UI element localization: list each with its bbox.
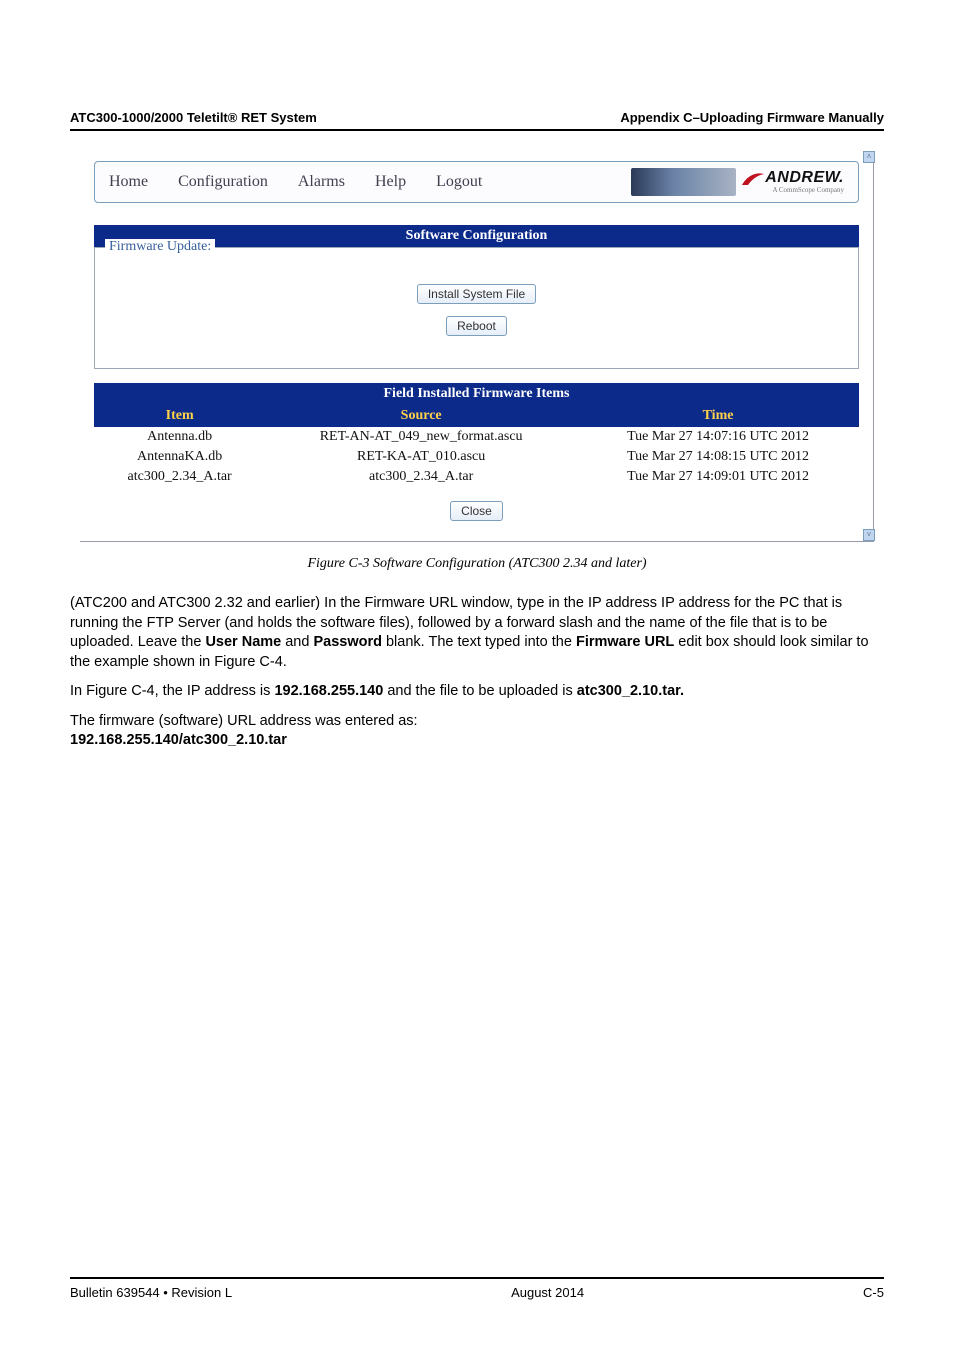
body-text: (ATC200 and ATC300 2.32 and earlier) In … [70,594,884,751]
page-footer: Bulletin 639544 • Revision L August 2014… [70,1277,884,1300]
firmware-items-table: Item Source Time Antenna.db RET-AN-AT_04… [94,405,859,487]
page-header: ATC300-1000/2000 Teletilt® RET System Ap… [70,110,884,131]
text: blank. The text typed into the [382,634,576,650]
header-right: Appendix C–Uploading Firmware Manually [620,110,884,125]
cell-time: Tue Mar 27 14:08:15 UTC 2012 [577,447,859,467]
bold-filename: atc300_2.10.tar. [577,683,684,699]
footer-right: C-5 [863,1285,884,1300]
paragraph-2: In Figure C-4, the IP address is 192.168… [70,682,884,702]
table-row: Antenna.db RET-AN-AT_049_new_format.ascu… [94,427,859,447]
paragraph-3: The firmware (software) URL address was … [70,712,884,751]
menu-help[interactable]: Help [375,173,406,191]
bold-url: 192.168.255.140/atc300_2.10.tar [70,732,287,748]
text: The firmware (software) URL address was … [70,713,418,729]
footer-center: August 2014 [511,1285,584,1300]
paragraph-1: (ATC200 and ATC300 2.32 and earlier) In … [70,594,884,672]
field-installed-title: Field Installed Firmware Items [94,383,859,405]
text: In Figure C-4, the IP address is [70,683,274,699]
bold-password: Password [313,634,382,650]
menu-logout[interactable]: Logout [436,173,482,191]
col-source: Source [265,405,577,427]
menu-configuration[interactable]: Configuration [178,173,268,191]
menu-home[interactable]: Home [109,173,148,191]
install-system-file-button[interactable]: Install System File [417,284,536,304]
col-item: Item [94,405,265,427]
cell-item: atc300_2.34_A.tar [94,467,265,487]
scroll-down-icon[interactable]: ˅ [863,529,875,541]
footer-rule [70,1277,884,1279]
cell-item: AntennaKA.db [94,447,265,467]
cell-item: Antenna.db [94,427,265,447]
cell-time: Tue Mar 27 14:09:01 UTC 2012 [577,467,859,487]
col-time: Time [577,405,859,427]
cell-source: atc300_2.34_A.tar [265,467,577,487]
brand-area: ANDREW. A CommScope Company [631,168,844,196]
close-button[interactable]: Close [450,501,503,521]
text: and the file to be uploaded is [383,683,576,699]
bold-ip: 192.168.255.140 [274,683,383,699]
reboot-button[interactable]: Reboot [446,316,507,336]
footer-left: Bulletin 639544 • Revision L [70,1285,232,1300]
table-row: AntennaKA.db RET-KA-AT_010.ascu Tue Mar … [94,447,859,467]
cell-source: RET-AN-AT_049_new_format.ascu [265,427,577,447]
app-menubar: Home Configuration Alarms Help Logout AN… [94,161,859,203]
firmware-update-legend: Firmware Update: [105,239,215,255]
menu-alarms[interactable]: Alarms [298,173,345,191]
brand-name: ANDREW. [765,170,844,186]
bold-firmware-url: Firmware URL [576,634,674,650]
table-header-row: Item Source Time [94,405,859,427]
firmware-update-fieldset: Firmware Update: Install System File Reb… [94,247,859,369]
brand-image [631,168,736,196]
brand-subtitle: A CommScope Company [742,187,844,194]
brand-text-block: ANDREW. A CommScope Company [742,170,844,194]
andrew-swoosh-icon [742,172,764,186]
figure-caption: Figure C-3 Software Configuration (ATC30… [70,556,884,572]
cell-source: RET-KA-AT_010.ascu [265,447,577,467]
cell-time: Tue Mar 27 14:07:16 UTC 2012 [577,427,859,447]
screenshot-panel: ˄ Home Configuration Alarms Help Logout … [80,151,874,542]
bold-user-name: User Name [205,634,281,650]
scroll-up-icon[interactable]: ˄ [863,151,875,163]
header-left: ATC300-1000/2000 Teletilt® RET System [70,110,317,125]
table-row: atc300_2.34_A.tar atc300_2.34_A.tar Tue … [94,467,859,487]
text: and [281,634,313,650]
